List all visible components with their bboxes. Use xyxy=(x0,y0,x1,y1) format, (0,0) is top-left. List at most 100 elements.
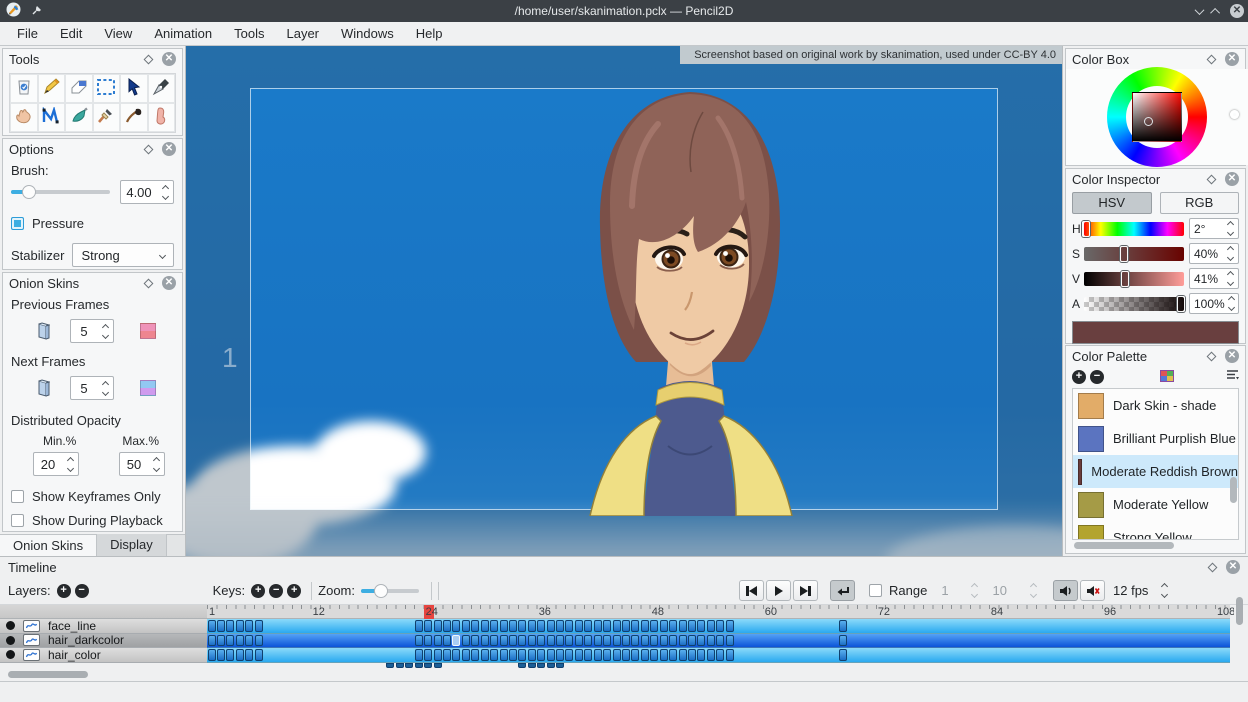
keyframe[interactable] xyxy=(547,649,555,661)
tab-onion-skins[interactable]: Onion Skins xyxy=(0,534,97,556)
keyframe[interactable] xyxy=(452,649,460,661)
s-value-spinbox[interactable]: 40% xyxy=(1189,243,1239,264)
keyframe[interactable] xyxy=(660,620,668,632)
palette-item[interactable]: Dark Skin - shade xyxy=(1073,389,1238,422)
float-panel-icon[interactable] xyxy=(144,144,154,154)
menu-help[interactable]: Help xyxy=(405,22,454,45)
duplicate-keyframe-button[interactable]: + xyxy=(287,584,301,598)
keyframe[interactable] xyxy=(509,635,517,647)
keyframe[interactable] xyxy=(471,620,479,632)
sv-selector[interactable] xyxy=(1144,117,1153,126)
keyframe[interactable] xyxy=(236,620,244,632)
keyframe[interactable] xyxy=(679,620,687,632)
keyframe[interactable] xyxy=(255,649,263,661)
keyframe[interactable] xyxy=(839,635,847,647)
hue-selector[interactable] xyxy=(1230,110,1239,119)
keyframe[interactable] xyxy=(565,649,573,661)
keyframe[interactable] xyxy=(631,620,639,632)
keyframe[interactable] xyxy=(208,635,216,647)
hsv-mode-button[interactable]: HSV xyxy=(1072,192,1152,214)
a-value-spinbox[interactable]: 100% xyxy=(1189,293,1239,314)
a-slider[interactable] xyxy=(1084,297,1184,311)
keyframe[interactable] xyxy=(669,620,677,632)
keyframe[interactable] xyxy=(707,635,715,647)
keyframe[interactable] xyxy=(547,620,555,632)
keyframe[interactable] xyxy=(716,649,724,661)
menu-tools[interactable]: Tools xyxy=(223,22,275,45)
add-keyframe-button[interactable]: + xyxy=(251,584,265,598)
menu-edit[interactable]: Edit xyxy=(49,22,93,45)
keyframe[interactable] xyxy=(726,620,734,632)
layer-row-face_line[interactable]: face_line xyxy=(0,619,207,634)
brush-tool-button[interactable] xyxy=(120,103,148,132)
drawing-canvas[interactable]: 1 Screenshot based on original work by s… xyxy=(186,46,1062,556)
h-slider[interactable] xyxy=(1084,222,1184,236)
previous-frame-button[interactable] xyxy=(739,580,764,601)
pencil-tool-button[interactable] xyxy=(38,74,66,103)
float-panel-icon[interactable] xyxy=(1208,562,1218,572)
keyframe[interactable] xyxy=(481,635,489,647)
keyframe[interactable] xyxy=(443,620,451,632)
pen-tool-button[interactable] xyxy=(148,74,176,103)
keyframe[interactable] xyxy=(697,635,705,647)
show-keyframes-only-checkbox[interactable] xyxy=(11,490,24,503)
menu-layer[interactable]: Layer xyxy=(275,22,330,45)
keyframe[interactable] xyxy=(424,649,432,661)
keyframe[interactable] xyxy=(424,620,432,632)
sound-scrub-button[interactable] xyxy=(1080,580,1105,601)
tab-display[interactable]: Display xyxy=(97,534,167,556)
keyframe[interactable] xyxy=(716,620,724,632)
close-panel-icon[interactable]: ✕ xyxy=(162,52,176,66)
keyframe[interactable] xyxy=(565,620,573,632)
smudge-tool-button[interactable] xyxy=(65,103,93,132)
eraser-tool-button[interactable] xyxy=(65,74,93,103)
keyframe[interactable] xyxy=(443,649,451,661)
select-tool-button[interactable] xyxy=(93,74,121,103)
palette-item[interactable]: Strong Yellow xyxy=(1073,521,1238,540)
close-panel-icon[interactable]: ✕ xyxy=(1226,560,1240,574)
next-onion-color-swatch[interactable] xyxy=(140,380,156,396)
layer-row-hair_darkcolor[interactable]: hair_darkcolor xyxy=(0,634,207,649)
keyframe[interactable] xyxy=(236,649,244,661)
show-during-playback-checkbox[interactable] xyxy=(11,514,24,527)
keyframe[interactable] xyxy=(471,649,479,661)
keyframe[interactable] xyxy=(415,649,423,661)
keyframe[interactable] xyxy=(208,649,216,661)
timeline-ruler[interactable]: 11224364860728496108 xyxy=(207,605,1230,619)
keyframe[interactable] xyxy=(415,620,423,632)
v-value-spinbox[interactable]: 41% xyxy=(1189,268,1239,289)
layer-row-hair_color[interactable]: hair_color xyxy=(0,648,207,663)
keyframe[interactable] xyxy=(613,635,621,647)
layer-track-hair_darkcolor[interactable] xyxy=(207,634,1230,649)
keyframe[interactable] xyxy=(255,620,263,632)
color-wheel[interactable] xyxy=(1066,69,1248,165)
timeline-horizontal-scrollbar[interactable] xyxy=(8,671,88,678)
keyframe[interactable] xyxy=(707,620,715,632)
float-panel-icon[interactable] xyxy=(144,54,154,64)
keyframe[interactable] xyxy=(603,649,611,661)
keyframe[interactable] xyxy=(622,620,630,632)
remove-layer-button[interactable]: − xyxy=(75,584,89,598)
brush-size-spinbox[interactable]: 4.00 xyxy=(120,180,174,204)
keyframe[interactable] xyxy=(462,620,470,632)
keyframe[interactable] xyxy=(669,649,677,661)
add-layer-button[interactable]: + xyxy=(57,584,71,598)
keyframe[interactable] xyxy=(839,649,847,661)
close-panel-icon[interactable]: ✕ xyxy=(162,142,176,156)
keyframe[interactable] xyxy=(679,649,687,661)
rgb-mode-button[interactable]: RGB xyxy=(1160,192,1240,214)
keyframe[interactable] xyxy=(707,649,715,661)
close-panel-icon[interactable]: ✕ xyxy=(1225,349,1239,363)
keyframe[interactable] xyxy=(603,620,611,632)
keyframe[interactable] xyxy=(255,635,263,647)
remove-color-button[interactable]: − xyxy=(1090,370,1104,384)
keyframe[interactable] xyxy=(217,635,225,647)
keyframe[interactable] xyxy=(547,635,555,647)
keyframe[interactable] xyxy=(537,635,545,647)
loop-button[interactable] xyxy=(830,580,855,601)
keyframe[interactable] xyxy=(594,620,602,632)
keyframe[interactable] xyxy=(518,620,526,632)
keyframe[interactable] xyxy=(556,635,564,647)
keyframe[interactable] xyxy=(660,635,668,647)
keyframe[interactable] xyxy=(603,635,611,647)
